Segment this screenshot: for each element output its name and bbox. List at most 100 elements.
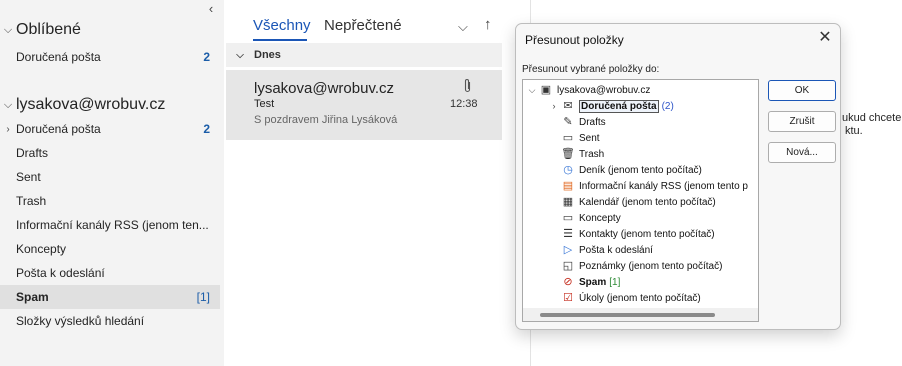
message-item[interactable]: lysakova@wrobuv.cz Test S pozdravem Jiři… [226, 70, 502, 140]
tree-item-trash[interactable]: 🗑 Trash [561, 146, 604, 162]
tree-item-label: Informační kanály RSS (jenom tento p [579, 180, 748, 192]
reading-text-line: ktu. [845, 125, 863, 137]
dialog-title: Přesunout položky [525, 33, 624, 47]
folder-pane: ‹ ⌵ Oblíbené Doručená pošta 2 ⌵ lysakova… [0, 0, 224, 366]
new-folder-button[interactable]: Nová... [768, 142, 836, 163]
chevron-down-icon: ⌵ [236, 49, 244, 61]
folder-sent[interactable]: Sent [0, 165, 220, 189]
notes-icon: ◱ [562, 260, 574, 272]
tree-item-outbox[interactable]: ▷ Pošta k odeslání [561, 242, 653, 258]
tree-item-label: Pošta k odeslání [579, 244, 653, 256]
folder-trash[interactable]: Trash [0, 189, 220, 213]
tree-item-sent[interactable]: ▭ Sent [561, 130, 600, 146]
date-group-header[interactable]: ⌵ Dnes [226, 43, 502, 67]
tree-item-label: Kontakty (jenom tento počítač) [579, 228, 715, 240]
date-group-label: Dnes [254, 49, 281, 61]
chevron-down-icon: ⌵ [3, 98, 13, 111]
folder-icon: ▭ [562, 212, 574, 224]
trash-icon: 🗑 [561, 148, 575, 160]
chevron-down-icon[interactable]: ⌵ [525, 85, 539, 96]
account-header-label: lysakova@wrobuv.cz [16, 96, 166, 113]
dialog-prompt: Přesunout vybrané položky do: [522, 64, 660, 75]
paperclip-icon [462, 78, 473, 99]
tree-item-tasks[interactable]: ☑ Úkoly (jenom tento počítač) [561, 290, 701, 306]
tab-all[interactable]: Všechny [253, 17, 311, 34]
collapse-pane-button[interactable]: ‹ [203, 1, 219, 17]
chevron-right-icon[interactable]: › [547, 101, 561, 111]
sort-direction-icon[interactable]: ↑ [484, 16, 492, 33]
spam-icon: ⊘ [563, 276, 573, 288]
tree-item-label: lysakova@wrobuv.cz [557, 84, 651, 96]
close-icon[interactable]: ✕ [816, 29, 834, 47]
folder-label: Sent [16, 170, 41, 184]
mailbox-icon: ▣ [540, 84, 552, 96]
favorites-header-label: Oblíbené [16, 21, 81, 38]
favorites-header[interactable]: ⌵ Oblíbené [0, 17, 224, 43]
unread-count: 2 [203, 50, 210, 64]
unread-count: [1] [196, 290, 210, 304]
unread-count: 2 [203, 122, 210, 136]
folder-label: Pošta k odeslání [16, 266, 105, 280]
tree-item-koncepty[interactable]: ▭ Koncepty [561, 210, 621, 226]
chevron-left-icon: ‹ [208, 1, 214, 16]
horizontal-scrollbar[interactable] [523, 308, 758, 321]
tree-item-label: Deník (jenom tento počítač) [579, 164, 702, 176]
tree-item-journal[interactable]: ◷ Deník (jenom tento počítač) [561, 162, 702, 178]
tab-unread[interactable]: Nepřečtené [324, 17, 402, 34]
scrollbar-thumb[interactable] [540, 313, 715, 317]
tree-item-contacts[interactable]: ☰ Kontakty (jenom tento počítač) [561, 226, 715, 242]
tree-item-calendar[interactable]: ▦ Kalendář (jenom tento počítač) [561, 194, 716, 210]
message-subject: Test [254, 98, 275, 110]
cancel-button[interactable]: Zrušit [768, 111, 836, 132]
folder-label: Doručená pošta [16, 122, 101, 136]
folder-label: Koncepty [16, 242, 67, 256]
folder-label: Složky výsledků hledání [16, 314, 145, 328]
outbox-icon: ▷ [563, 244, 573, 256]
folder-label: Informační kanály RSS (jenom ten... [16, 218, 209, 232]
folder-koncepty[interactable]: Koncepty [0, 237, 220, 261]
tab-active-indicator [253, 39, 307, 41]
tree-item-label: Poznámky (jenom tento počítač) [579, 260, 723, 272]
message-list: Všechny Nepřečtené ⌵ ↑ ⌵ Dnes lysakova@w… [226, 0, 502, 366]
folder-label: Doručená pošta [16, 50, 101, 64]
folder-spam[interactable]: Spam [1] [0, 285, 220, 309]
sort-dropdown-icon[interactable]: ⌵ [458, 19, 468, 35]
drafts-icon: ✎ [563, 116, 573, 128]
tree-item-label: Spam [579, 276, 607, 288]
folder-rss[interactable]: Informační kanály RSS (jenom ten... [0, 213, 220, 237]
unread-count: (2) [661, 100, 674, 112]
unread-count: [1] [609, 276, 621, 288]
tree-item-account[interactable]: ⌵ ▣ lysakova@wrobuv.cz [525, 82, 651, 98]
folder-tree: ⌵ ▣ lysakova@wrobuv.cz › ✉ Doručená pošt… [522, 79, 759, 322]
folder-drafts[interactable]: Drafts [0, 141, 220, 165]
message-time: 12:38 [450, 98, 478, 110]
tasks-icon: ☑ [563, 292, 573, 304]
message-sender: lysakova@wrobuv.cz [254, 80, 394, 97]
tree-item-drafts[interactable]: ✎ Drafts [561, 114, 605, 130]
move-items-dialog: Přesunout položky ✕ Přesunout vybrané po… [515, 23, 841, 330]
folder-outbox[interactable]: Pošta k odeslání [0, 261, 220, 285]
tree-item-label: Úkoly (jenom tento počítač) [579, 292, 701, 304]
account-header[interactable]: ⌵ lysakova@wrobuv.cz [0, 92, 224, 118]
journal-icon: ◷ [563, 164, 573, 176]
tree-item-label: Koncepty [579, 212, 621, 224]
tree-item-inbox[interactable]: › ✉ Doručená pošta (2) [547, 98, 674, 114]
tree-item-notes[interactable]: ◱ Poznámky (jenom tento počítač) [561, 258, 723, 274]
favorites-item-inbox[interactable]: Doručená pošta 2 [0, 45, 220, 69]
message-preview: S pozdravem Jiřina Lysáková [254, 114, 398, 126]
chevron-right-icon[interactable]: › [0, 124, 16, 135]
tree-item-spam[interactable]: ⊘ Spam [1] [561, 274, 620, 290]
tree-item-label: Kalendář (jenom tento počítač) [579, 196, 716, 208]
contacts-icon: ☰ [563, 228, 573, 240]
tree-item-rss[interactable]: ▤ Informační kanály RSS (jenom tento p [561, 178, 748, 194]
calendar-icon: ▦ [562, 196, 574, 208]
folder-label: Trash [16, 194, 47, 208]
reading-text-line: ukud chcete t [842, 112, 902, 124]
tree-item-label: Sent [579, 132, 600, 144]
rss-icon: ▤ [562, 180, 574, 192]
folder-search-results[interactable]: Složky výsledků hledání [0, 309, 220, 333]
folder-label: Drafts [16, 146, 49, 160]
folder-inbox[interactable]: › Doručená pošta 2 [0, 117, 220, 141]
chevron-down-icon: ⌵ [3, 23, 13, 36]
ok-button[interactable]: OK [768, 80, 836, 101]
